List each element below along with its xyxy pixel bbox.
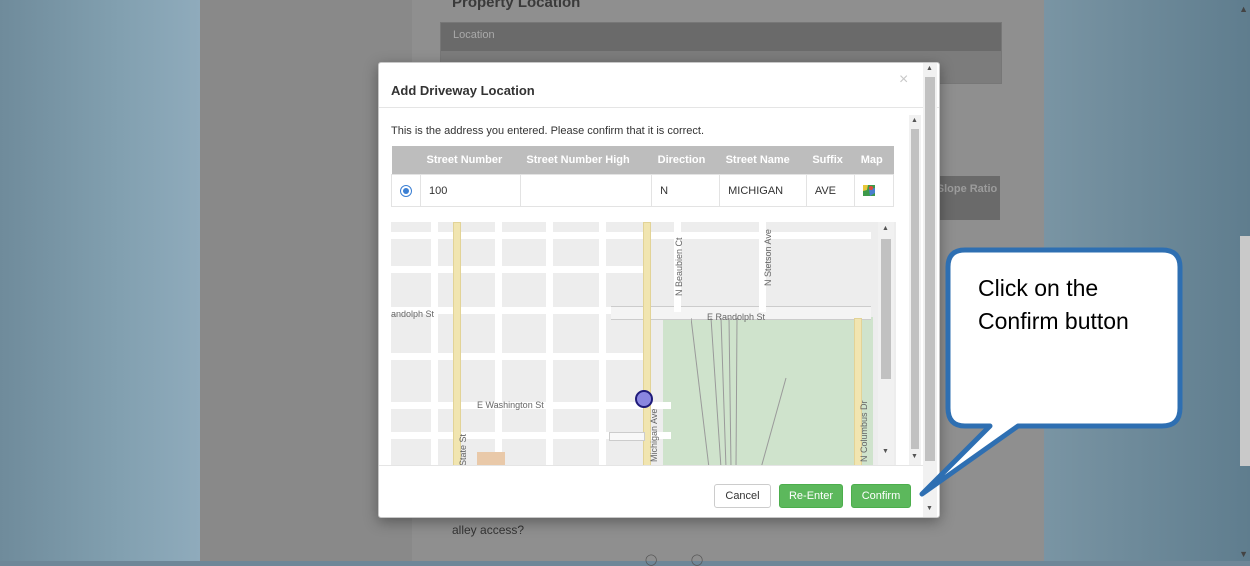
map-street	[431, 222, 438, 465]
cell-street-name: MICHIGAN	[719, 174, 807, 207]
column-header-street-number: Street Number	[420, 146, 521, 175]
map-scrollbar[interactable]: ▲ ▼	[878, 222, 894, 465]
modal-body-scroll-up-icon[interactable]: ▲	[911, 117, 918, 124]
close-icon[interactable]: ×	[899, 71, 908, 89]
modal-title: Add Driveway Location	[391, 83, 535, 98]
column-header-street-name: Street Name	[719, 146, 807, 175]
cell-street-number-high	[519, 174, 653, 207]
map-label-randolph-west: andolph St	[391, 309, 435, 319]
add-driveway-modal: Add Driveway Location × This is the addr…	[378, 62, 940, 518]
modal-scroll-up-icon[interactable]: ▲	[926, 65, 933, 72]
background-heading: Property Location	[452, 0, 581, 11]
table-row[interactable]: 100 N MICHIGAN AVE	[391, 174, 894, 207]
background-left	[0, 0, 200, 561]
map-street	[391, 353, 651, 360]
map-block	[609, 432, 645, 441]
map-label-washington: E Washington St	[477, 400, 544, 410]
column-header-select	[391, 146, 421, 175]
background-slope-ratio: Slope Ratio	[934, 176, 1000, 220]
map-rail-lines	[691, 318, 787, 465]
confirm-address-text: This is the address you entered. Please …	[391, 125, 705, 137]
address-radio-cell[interactable]	[391, 174, 421, 207]
map-street	[391, 266, 651, 273]
map-street	[599, 222, 606, 465]
cell-direction: N	[651, 174, 721, 207]
modal-header: Add Driveway Location ×	[379, 63, 939, 108]
callout-text: Click on the Confirm button	[978, 275, 1129, 334]
map-street	[391, 232, 871, 239]
cell-map[interactable]	[854, 174, 894, 207]
cell-street-number: 100	[420, 174, 521, 207]
map-street	[546, 222, 553, 465]
location-marker[interactable]	[635, 390, 653, 408]
map-scroll-down-icon[interactable]: ▼	[882, 448, 889, 455]
location-map[interactable]: andolph St E Randolph St E Washington St…	[391, 222, 896, 465]
page-scroll-down-icon[interactable]: ▼	[1239, 549, 1248, 559]
map-label-columbus: N Columbus Dr	[859, 400, 869, 462]
map-scroll-thumb[interactable]	[881, 239, 891, 379]
map-label-beaubien: N Beaubien Ct	[674, 237, 684, 296]
page-scroll-up-icon[interactable]: ▲	[1239, 4, 1248, 14]
column-header-suffix: Suffix	[806, 146, 855, 175]
cell-suffix: AVE	[805, 174, 856, 207]
map-label-michigan: Michigan Ave	[649, 408, 659, 462]
map-label-randolph-east: E Randolph St	[707, 312, 766, 322]
column-header-direction: Direction	[651, 146, 720, 175]
re-enter-button[interactable]: Re-Enter	[779, 484, 843, 508]
address-table: Street Number Street Number High Directi…	[391, 146, 894, 207]
column-header-street-number-high: Street Number High	[520, 146, 652, 175]
map-label-state: State St	[458, 433, 468, 465]
background-table-header: Location	[441, 23, 1001, 51]
background-radios: ◯ ◯	[645, 554, 704, 566]
map-building	[477, 452, 505, 465]
modal-body: This is the address you entered. Please …	[379, 107, 923, 465]
page-scrollbar[interactable]	[1240, 236, 1250, 466]
map-icon[interactable]	[863, 185, 876, 197]
map-scroll-up-icon[interactable]: ▲	[882, 225, 889, 232]
column-header-map: Map	[854, 146, 894, 175]
cancel-button[interactable]: Cancel	[714, 484, 771, 508]
address-radio[interactable]	[400, 184, 412, 197]
map-street	[495, 222, 502, 465]
modal-footer: Cancel Re-Enter Confirm	[379, 465, 923, 518]
map-label-stetson: N Stetson Ave	[763, 229, 773, 286]
background-alley-question: alley access?	[452, 523, 525, 537]
map-arterial-state	[453, 222, 461, 465]
